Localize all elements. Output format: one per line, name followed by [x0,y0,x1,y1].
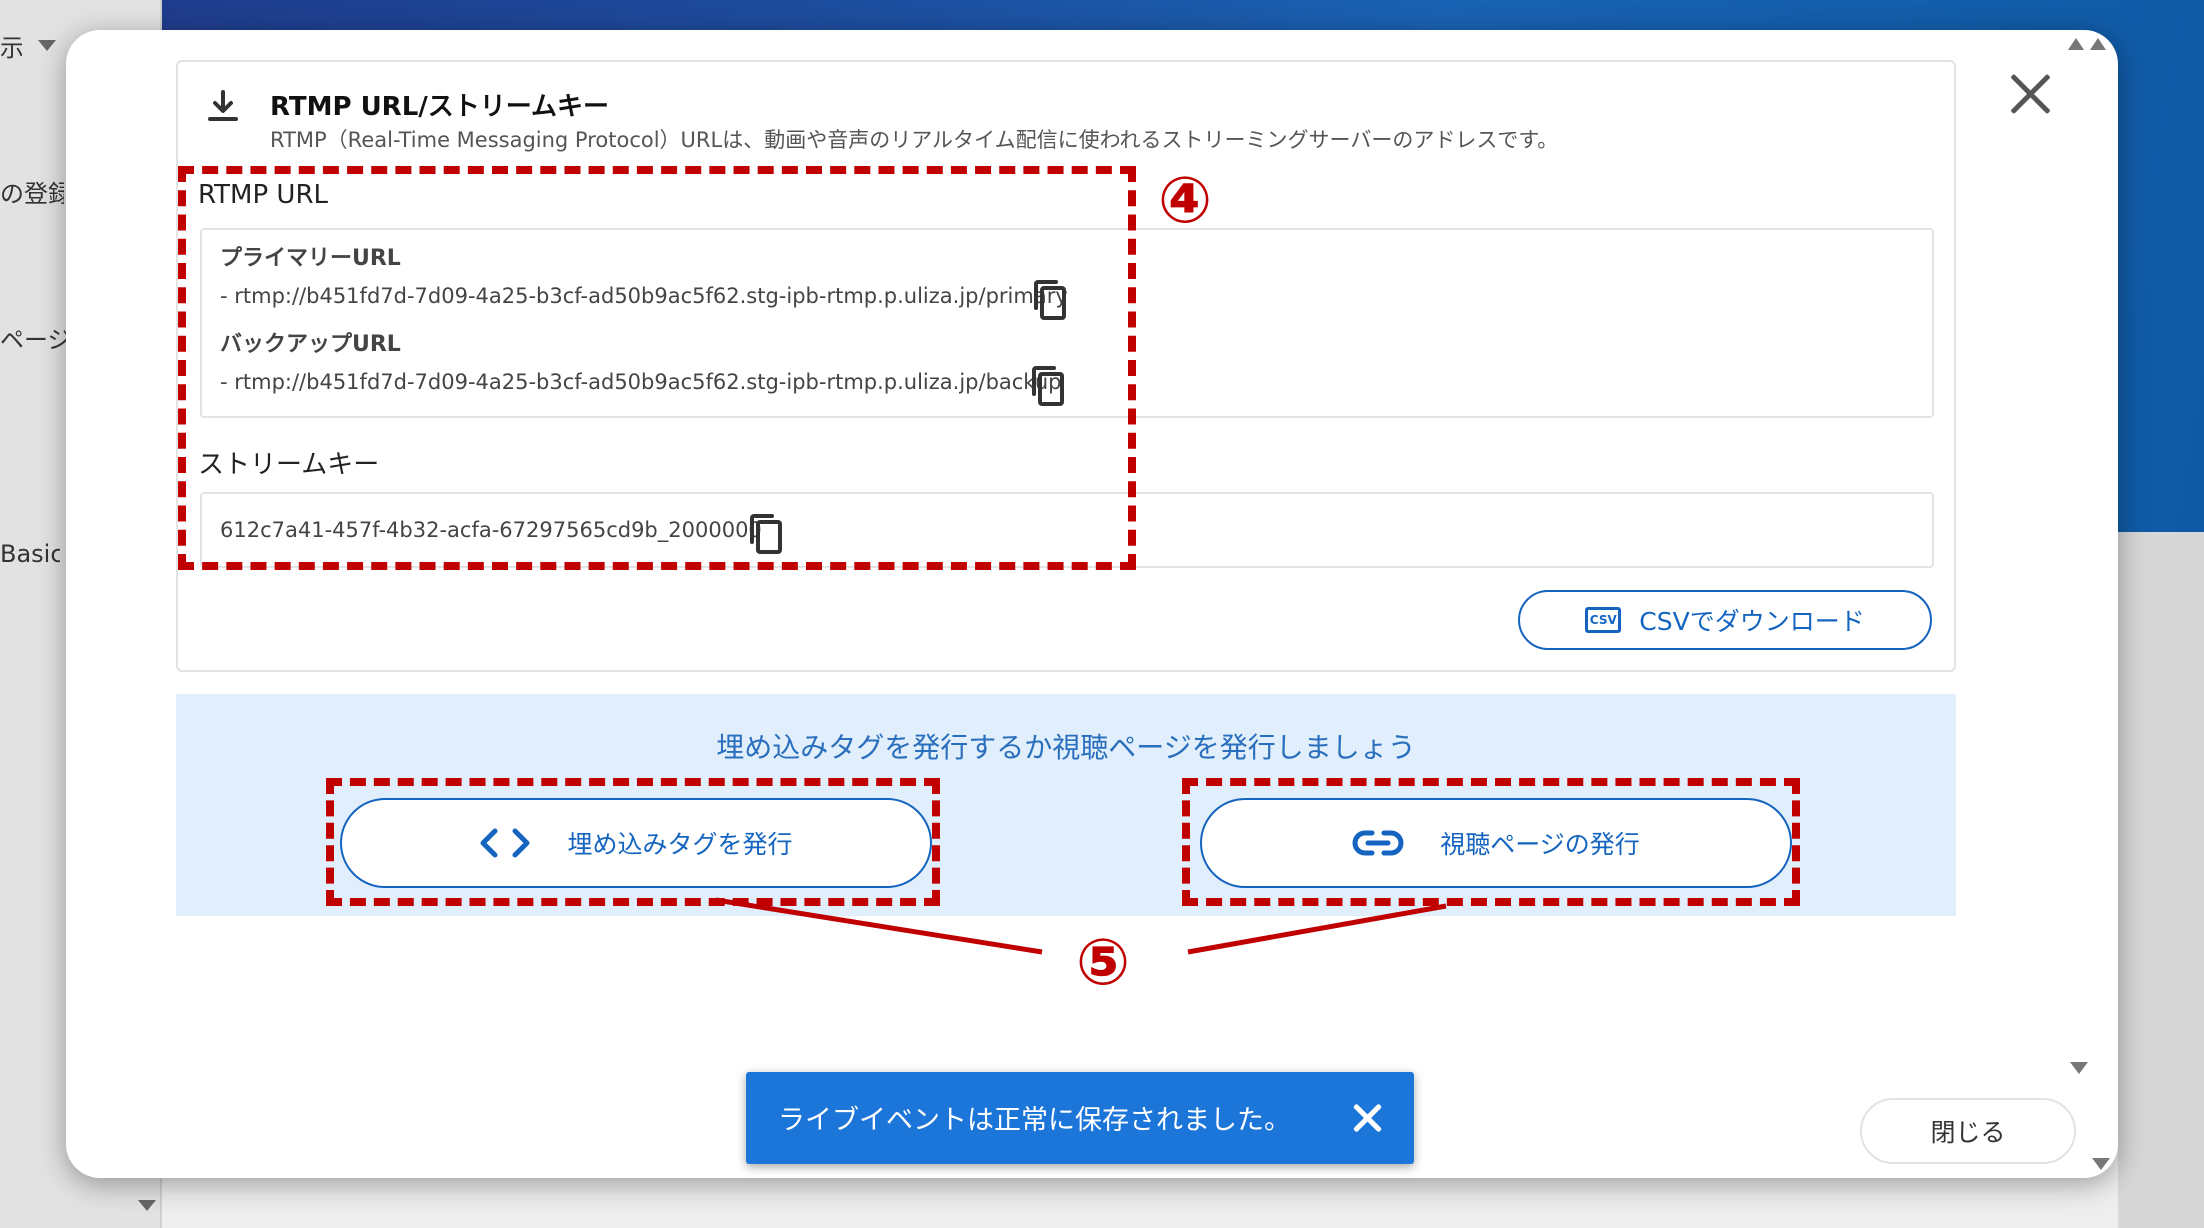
issue-panel-heading: 埋め込みタグを発行するか視聴ページを発行しましょう [716,731,1416,764]
background-text-3: ページ [0,326,66,354]
csv-file-icon: CSV [1585,607,1622,633]
annotation-box-embed [326,778,940,906]
scroll-up-arrow-icon[interactable] [2068,38,2084,50]
success-toast: ライブイベントは正常に保存されました。 [746,1072,1414,1164]
rtmp-card-title: RTMP URL/ストリームキー [270,92,609,122]
scroll-up-arrow-icon[interactable] [2090,38,2106,50]
close-button[interactable]: 閉じる [1860,1098,2076,1164]
toast-message: ライブイベントは正常に保存されました。 [778,1105,1291,1136]
background-text-4: Basic) [0,540,60,568]
toast-close-icon[interactable] [1346,1096,1390,1140]
chevron-down-icon [38,40,56,51]
annotation-label-5: ⑤ [1076,926,1131,1000]
background-right-panel [2118,532,2204,1228]
chevron-down-icon [138,1200,156,1211]
annotation-label-4: ④ [1158,164,1213,238]
background-text-1: 示 [0,34,22,62]
background-text-2: の登録 [0,180,64,208]
rtmp-card-description: RTMP（Real-Time Messaging Protocol）URLは、動… [270,128,1559,152]
download-icon [208,90,238,121]
scroll-down-arrow-icon[interactable] [2092,1158,2110,1170]
annotation-box-view-page [1182,778,1800,906]
modal-close-icon[interactable] [1998,64,2062,128]
csv-download-label: CSVでダウンロード [1639,607,1865,636]
csv-download-button[interactable]: CSV CSVでダウンロード [1518,590,1932,650]
annotation-box-rtmp [178,166,1136,570]
scroll-down-arrow-icon[interactable] [2070,1062,2088,1074]
